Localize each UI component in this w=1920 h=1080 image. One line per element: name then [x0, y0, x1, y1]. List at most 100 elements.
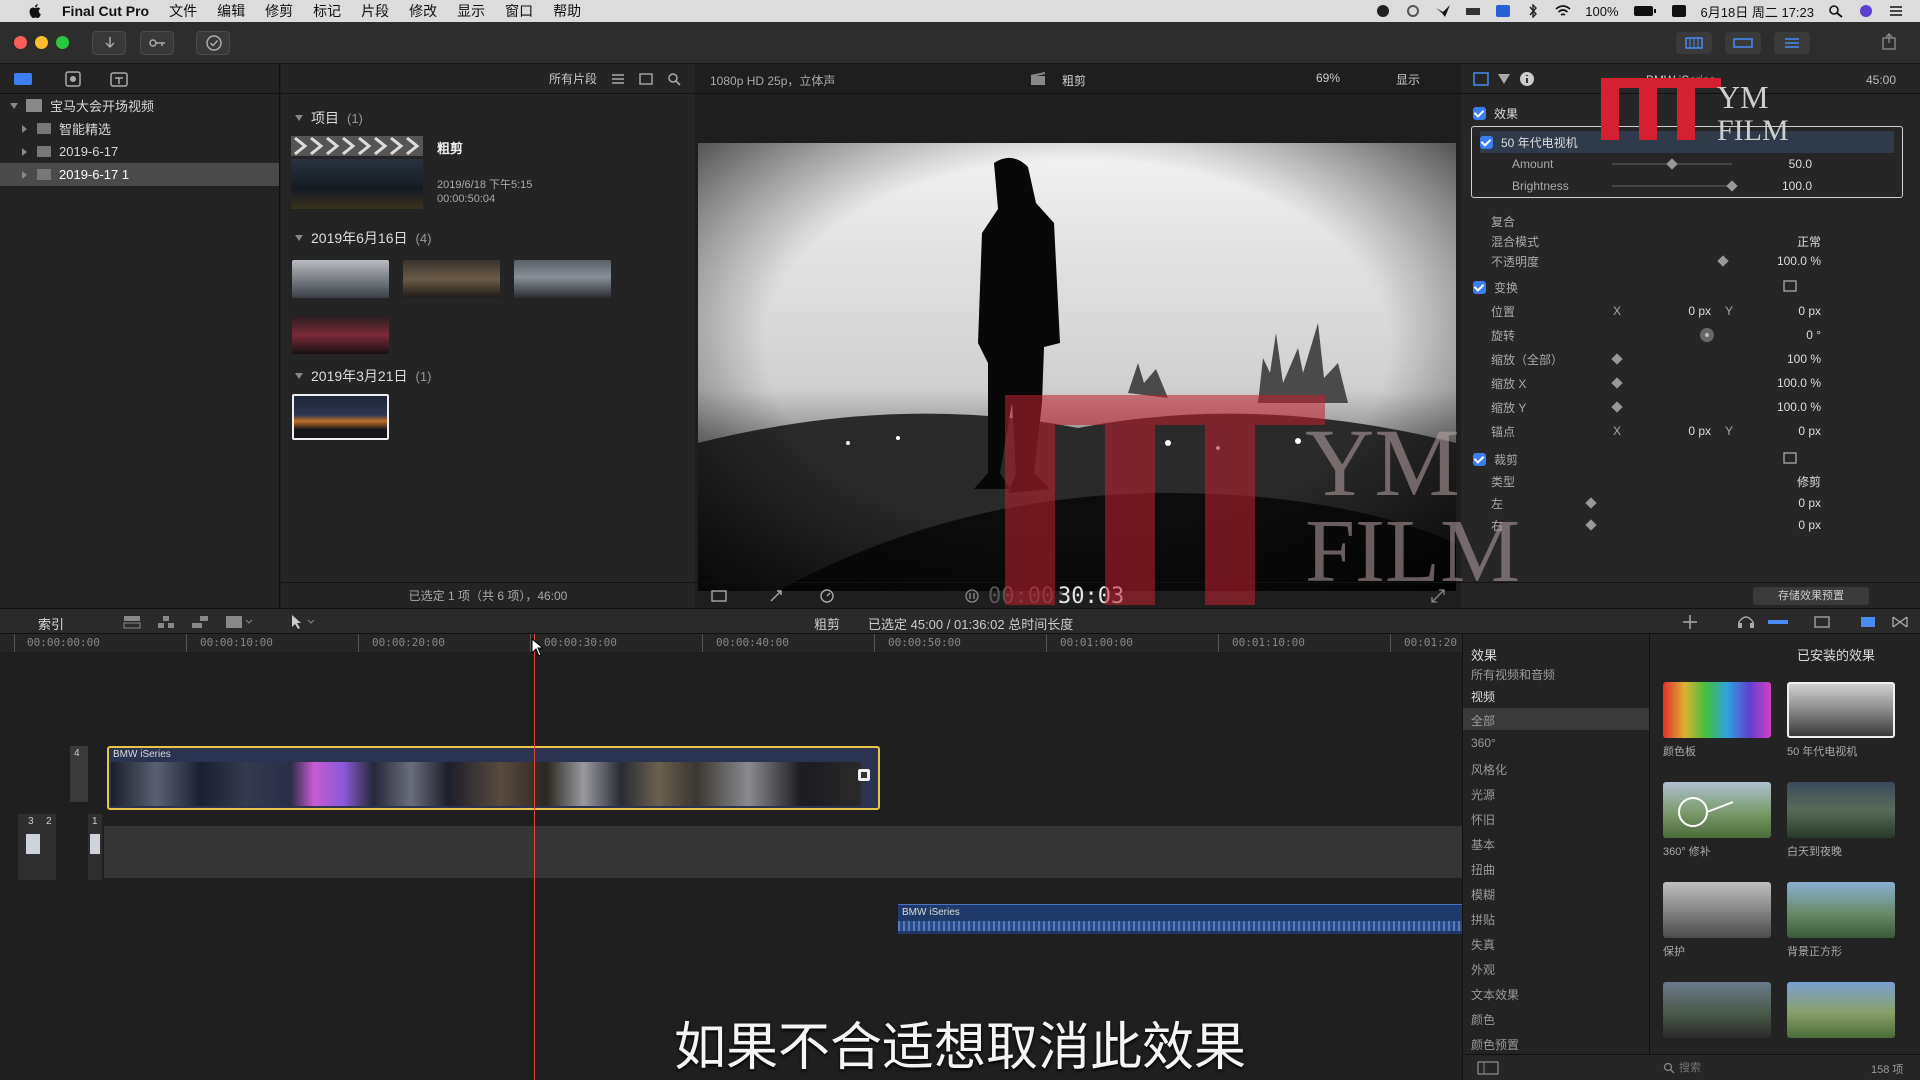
- spotlight-icon[interactable]: [1828, 4, 1844, 18]
- brightness-slider[interactable]: [1612, 185, 1732, 187]
- connect-clip-icon[interactable]: [122, 614, 142, 630]
- clip-thumbnail[interactable]: [292, 316, 389, 354]
- rotation-row[interactable]: 旋转 0 °: [1491, 324, 1908, 346]
- apple-icon[interactable]: [24, 4, 46, 18]
- transitions-browser-icon[interactable]: [1890, 614, 1910, 630]
- disclosure-triangle-icon[interactable]: [10, 102, 18, 109]
- color-inspector-icon[interactable]: [1497, 72, 1511, 86]
- audio-clip-bmw-iseries[interactable]: BMW iSeries: [898, 904, 1462, 934]
- blend-mode-menu[interactable]: 正常: [1751, 233, 1821, 250]
- share-button[interactable]: [1874, 31, 1904, 55]
- fx-category[interactable]: 所有视频和音频: [1471, 666, 1555, 683]
- scale-y-value[interactable]: 100.0 %: [1751, 400, 1821, 414]
- background-tasks-button[interactable]: [196, 31, 230, 55]
- opacity-value[interactable]: 100.0 %: [1751, 254, 1821, 268]
- screen-share-icon[interactable]: [1495, 4, 1511, 18]
- position-y-value[interactable]: 0 px: [1751, 304, 1821, 318]
- fx-category[interactable]: 基本: [1471, 836, 1495, 853]
- photos-audio-icon[interactable]: [62, 70, 84, 88]
- clip-thumbnail[interactable]: [292, 260, 389, 298]
- library-item-event-2019-6-17-1[interactable]: 2019-6-17 1: [0, 163, 279, 186]
- timecode-display[interactable]: 30:03: [1058, 584, 1124, 609]
- project-thumbnail[interactable]: [291, 136, 423, 209]
- menu-help[interactable]: 帮助: [553, 1, 581, 21]
- menu-clip[interactable]: 片段: [361, 1, 389, 21]
- menu-mark[interactable]: 标记: [313, 1, 341, 21]
- fx-category[interactable]: 模糊: [1471, 886, 1495, 903]
- menu-edit[interactable]: 编辑: [217, 1, 245, 21]
- effects-browser-icon[interactable]: [1858, 614, 1878, 630]
- crop-onscreen-icon[interactable]: [1783, 452, 1797, 464]
- keywords-button[interactable]: [140, 31, 174, 55]
- storyline-small-clip[interactable]: 1: [88, 814, 102, 880]
- library-item-event-2019-6-17[interactable]: 2019-6-17: [0, 140, 279, 163]
- clip-thumbnail-selected[interactable]: [292, 394, 389, 440]
- fx-category[interactable]: 全部: [1471, 712, 1495, 729]
- zoom-menu[interactable]: 69%: [1316, 71, 1340, 85]
- position-x-value[interactable]: 0 px: [1651, 304, 1711, 318]
- amount-value[interactable]: 50.0: [1742, 157, 1812, 171]
- amount-slider-knob[interactable]: [1666, 158, 1678, 170]
- close-window-button[interactable]: [14, 36, 27, 49]
- crop-right-value[interactable]: 0 px: [1751, 518, 1821, 532]
- fx-thumb-background-squares[interactable]: [1787, 882, 1895, 938]
- fx-thumb-day-to-night[interactable]: [1787, 782, 1895, 838]
- clip-effect-badge-icon[interactable]: [857, 768, 871, 782]
- info-icon[interactable]: [1519, 71, 1535, 87]
- disclosure-triangle-icon[interactable]: [295, 115, 303, 121]
- transform-enable-checkbox[interactable]: [1473, 280, 1486, 294]
- primary-storyline-gap[interactable]: [104, 826, 1462, 878]
- bird-icon[interactable]: [1435, 4, 1451, 18]
- disclosure-triangle-icon[interactable]: [22, 147, 27, 156]
- disclosure-triangle-icon[interactable]: [22, 170, 27, 179]
- minimize-window-button[interactable]: [35, 36, 48, 49]
- fx-category[interactable]: 视频: [1471, 688, 1495, 705]
- disclosure-triangle-icon[interactable]: [295, 373, 303, 379]
- scale-y-slider-knob[interactable]: [1611, 401, 1623, 413]
- menu-view[interactable]: 显示: [457, 1, 485, 21]
- crop-left-row[interactable]: 左 0 px: [1491, 492, 1908, 514]
- clip-filter-menu[interactable]: 所有片段: [549, 70, 597, 87]
- clip-thumbnail[interactable]: [514, 260, 611, 298]
- scale-x-row[interactable]: 缩放 X 100.0 %: [1491, 372, 1908, 394]
- select-tool-icon[interactable]: [288, 614, 320, 630]
- fx-category[interactable]: 拼贴: [1471, 911, 1495, 928]
- wifi-icon[interactable]: [1555, 4, 1571, 18]
- disclosure-triangle-icon[interactable]: [22, 124, 27, 133]
- drive-icon[interactable]: [1465, 4, 1481, 18]
- library-item-smart-collections[interactable]: 智能精选: [0, 117, 279, 140]
- disclosure-triangle-icon[interactable]: [295, 235, 303, 241]
- rotation-value[interactable]: 0 °: [1751, 328, 1821, 342]
- fullscreen-icon[interactable]: [1430, 588, 1446, 604]
- scale-all-slider-knob[interactable]: [1611, 353, 1623, 365]
- fx-category[interactable]: 文本效果: [1471, 986, 1519, 1003]
- workspace-timeline-toggle[interactable]: [1725, 32, 1761, 54]
- clip-thumbnail[interactable]: [403, 260, 500, 298]
- fx-thumb-protect[interactable]: [1663, 882, 1771, 938]
- fx-thumb-color-board[interactable]: [1663, 682, 1771, 738]
- opacity-slider-knob[interactable]: [1717, 255, 1729, 267]
- installed-effects-menu[interactable]: 已安装的效果: [1797, 645, 1875, 664]
- fx-category[interactable]: 360°: [1471, 736, 1496, 750]
- project-name[interactable]: 粗剪: [437, 138, 463, 157]
- menu-trim[interactable]: 修剪: [265, 1, 293, 21]
- import-button[interactable]: [92, 31, 126, 55]
- insert-clip-icon[interactable]: [156, 614, 176, 630]
- browser-group-2019-3-21[interactable]: 2019年3月21日 (1): [295, 366, 431, 386]
- notification-center-icon[interactable]: [1888, 4, 1904, 18]
- anchor-row[interactable]: 锚点 X 0 px Y 0 px: [1491, 420, 1908, 442]
- crop-section-header[interactable]: 裁剪: [1473, 448, 1908, 470]
- workspace-inspector-toggle[interactable]: [1774, 32, 1810, 54]
- clip-appearance-icon[interactable]: [1812, 614, 1832, 630]
- browser-group-2019-6-16[interactable]: 2019年6月16日 (4): [295, 228, 431, 248]
- crop-type-menu[interactable]: 修剪: [1751, 473, 1821, 490]
- crop-type-row[interactable]: 类型 修剪: [1491, 470, 1908, 492]
- speed-gauge-icon[interactable]: [818, 588, 840, 604]
- fx-category[interactable]: 光源: [1471, 786, 1495, 803]
- zoom-window-button[interactable]: [56, 36, 69, 49]
- titles-generators-icon[interactable]: [108, 70, 130, 88]
- scale-all-row[interactable]: 缩放（全部） 100 %: [1491, 348, 1908, 370]
- fx-category[interactable]: 扭曲: [1471, 861, 1495, 878]
- siri-icon[interactable]: [1858, 4, 1874, 18]
- effects-enable-checkbox[interactable]: [1473, 106, 1486, 120]
